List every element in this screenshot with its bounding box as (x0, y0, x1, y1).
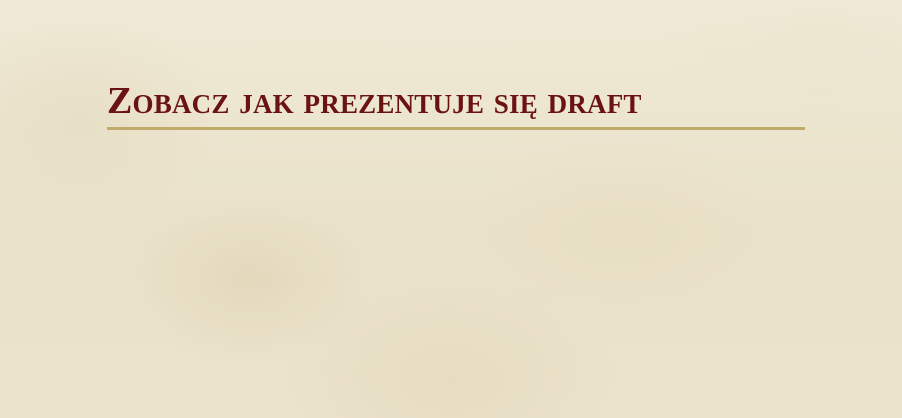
parchment-page: Zobacz jak prezentuje się draft (0, 0, 902, 418)
section-header: Zobacz jak prezentuje się draft (107, 78, 805, 130)
section-title: Zobacz jak prezentuje się draft (107, 80, 642, 122)
